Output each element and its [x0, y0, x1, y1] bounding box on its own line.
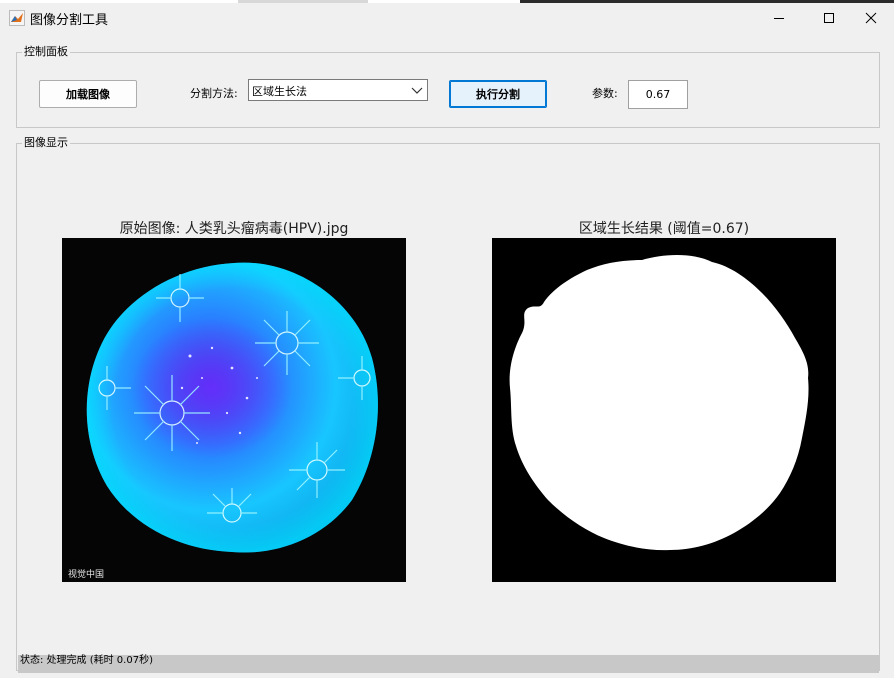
segmentation-result-title: 区域生长结果 (阈值=0.67)	[578, 221, 750, 237]
image-display-legend: 图像显示	[22, 136, 70, 150]
control-panel-legend: 控制面板	[22, 45, 70, 59]
title-bar[interactable]: 图像分割工具	[0, 3, 894, 33]
image-watermark: 视觉中国	[68, 570, 105, 580]
original-image: 视觉中国	[62, 238, 406, 582]
window-edge	[880, 130, 894, 678]
load-image-button[interactable]: 加载图像	[39, 80, 137, 108]
close-icon	[865, 12, 877, 24]
param-input[interactable]: 0.67	[628, 80, 688, 109]
app-window: 图像分割工具 控制面板 加载图像 分割方法: 区域生长法 执行分割 参数: 0.…	[0, 0, 894, 678]
matlab-icon	[9, 10, 25, 26]
minimize-icon	[774, 18, 784, 19]
maximize-icon	[824, 13, 834, 23]
maximize-button[interactable]	[806, 3, 852, 33]
original-image-title: 原始图像: 人类乳头瘤病毒(HPV).jpg	[119, 221, 349, 237]
minimize-button[interactable]	[756, 3, 802, 33]
control-panel: 控制面板	[16, 45, 880, 128]
method-select-value: 区域生长法	[252, 85, 307, 98]
status-bar: 状态: 处理完成 (耗时 0.07秒)	[18, 655, 879, 673]
close-button[interactable]	[848, 3, 894, 33]
segmentation-result-image	[492, 238, 836, 582]
run-segmentation-button[interactable]: 执行分割	[449, 80, 547, 108]
method-select[interactable]: 区域生长法	[248, 79, 428, 101]
param-label: 参数:	[592, 87, 618, 100]
chevron-down-icon	[411, 87, 423, 94]
window-title: 图像分割工具	[30, 13, 109, 28]
virus-image	[86, 262, 378, 553]
method-label: 分割方法:	[190, 87, 238, 100]
segmentation-mask	[492, 238, 836, 582]
